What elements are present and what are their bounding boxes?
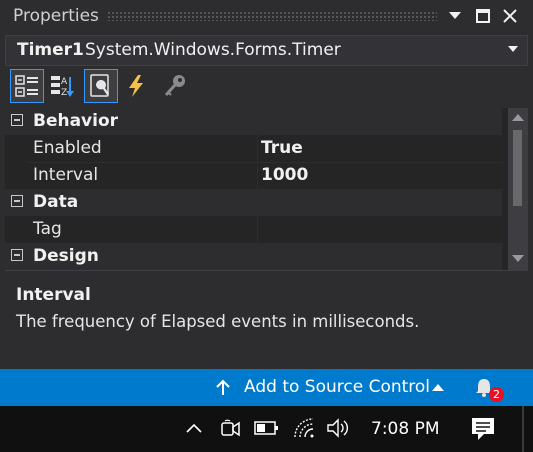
property-row-tag[interactable]: Tag xyxy=(5,216,503,244)
object-name: Timer1 xyxy=(17,40,84,60)
notification-badge[interactable]: 2 xyxy=(489,387,504,402)
panel-title-bar[interactable]: Properties xyxy=(0,0,533,32)
object-type: System.Windows.Forms.Timer xyxy=(85,40,341,60)
collapse-icon[interactable] xyxy=(11,114,23,126)
maximize-button[interactable] xyxy=(472,4,494,28)
property-name-cell[interactable]: Tag xyxy=(27,216,257,244)
taskbar-clock[interactable]: 7:08 PM xyxy=(371,419,440,439)
close-icon xyxy=(503,9,517,23)
caret-up-icon[interactable] xyxy=(432,384,444,391)
scroll-up-arrow-icon[interactable] xyxy=(512,114,524,121)
properties-icon xyxy=(90,74,109,97)
panel-title: Properties xyxy=(13,6,99,26)
battery-icon[interactable] xyxy=(254,420,280,436)
taskbar-edge xyxy=(522,406,524,452)
property-value: True xyxy=(261,138,303,158)
category-label: Data xyxy=(33,192,79,212)
categorized-button[interactable] xyxy=(10,69,44,103)
vertical-scrollbar[interactable] xyxy=(508,108,528,270)
drag-grip[interactable] xyxy=(107,11,437,21)
property-pages-key-icon xyxy=(164,75,185,97)
property-name: Enabled xyxy=(33,138,102,158)
category-label: Behavior xyxy=(33,111,119,131)
meet-now-camera-icon[interactable] xyxy=(219,416,241,440)
dropdown-arrow-icon[interactable] xyxy=(508,46,518,52)
scroll-down-arrow-icon[interactable] xyxy=(512,255,524,262)
property-value-cell[interactable]: True xyxy=(257,135,503,163)
description-panel: Interval The frequency of Elapsed events… xyxy=(5,270,528,366)
collapse-icon[interactable] xyxy=(11,195,23,207)
category-behavior[interactable]: Behavior xyxy=(5,108,502,135)
description-text: The frequency of Elapsed events in milli… xyxy=(16,312,420,331)
property-name-cell[interactable]: Enabled xyxy=(27,135,257,163)
events-lightning-icon xyxy=(129,75,143,97)
wifi-icon[interactable] xyxy=(292,416,316,440)
collapse-icon[interactable] xyxy=(11,249,23,261)
property-name: Interval xyxy=(33,165,99,185)
description-title: Interval xyxy=(16,285,91,305)
maximize-icon xyxy=(476,9,490,23)
property-name: Tag xyxy=(33,219,62,239)
action-center-icon[interactable] xyxy=(470,416,496,442)
close-button[interactable] xyxy=(499,4,521,28)
property-row-interval[interactable]: Interval 1000 xyxy=(5,162,503,190)
category-design[interactable]: Design xyxy=(5,243,502,270)
property-pages-button[interactable] xyxy=(158,69,192,103)
property-value-cell[interactable] xyxy=(257,216,503,244)
category-data[interactable]: Data xyxy=(5,189,502,216)
object-selector[interactable]: Timer1 System.Windows.Forms.Timer xyxy=(5,35,528,66)
categorized-icon xyxy=(15,75,38,97)
property-row-enabled[interactable]: Enabled True xyxy=(5,135,503,163)
properties-view-button[interactable] xyxy=(84,69,118,103)
windows-taskbar: 7:08 PM xyxy=(0,406,533,452)
property-name-cell[interactable]: Interval xyxy=(27,162,257,190)
arrow-up-icon[interactable] xyxy=(216,379,230,395)
volume-icon[interactable] xyxy=(326,416,350,440)
status-bar: Add to Source Control 2 xyxy=(0,369,533,406)
property-value: 1000 xyxy=(261,165,309,185)
show-hidden-icons-chevron-icon[interactable] xyxy=(185,422,203,434)
category-label: Design xyxy=(33,246,99,266)
events-button[interactable] xyxy=(119,69,153,103)
add-to-source-control-button[interactable]: Add to Source Control xyxy=(244,377,430,397)
properties-toolbar: A Z xyxy=(5,66,528,108)
svg-text:Z: Z xyxy=(61,88,67,98)
alphabetical-icon: A Z xyxy=(51,76,74,98)
property-value-cell[interactable]: 1000 xyxy=(257,162,503,190)
alphabetical-button[interactable]: A Z xyxy=(45,69,79,103)
property-grid: Behavior Enabled True Interval 1000 Data… xyxy=(5,108,528,270)
window-position-dropdown-button[interactable] xyxy=(444,4,466,28)
chevron-down-icon xyxy=(449,12,461,19)
scrollbar-thumb[interactable] xyxy=(513,130,522,206)
svg-text:A: A xyxy=(61,77,68,87)
